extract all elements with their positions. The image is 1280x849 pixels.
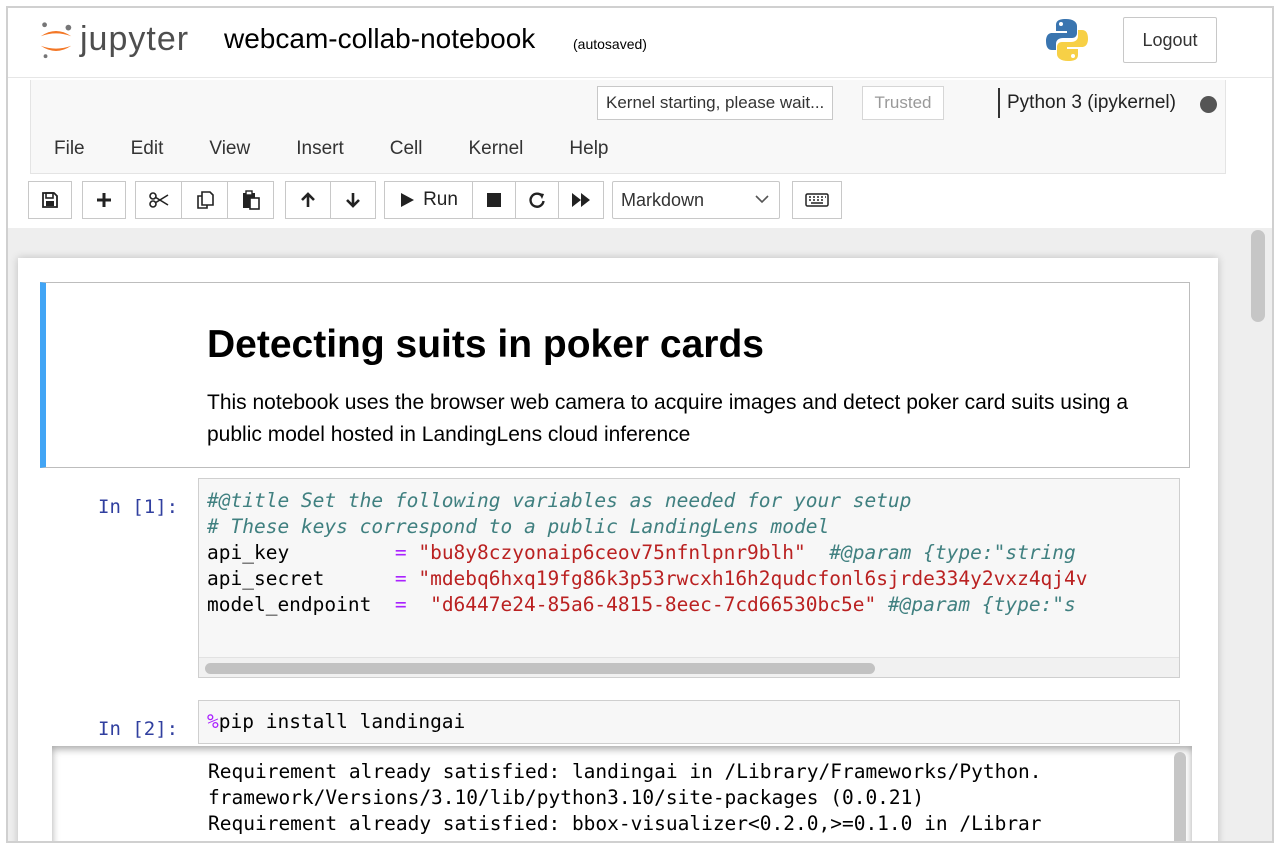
save-icon — [42, 192, 58, 208]
restart-icon — [529, 192, 545, 208]
output-line: Requirement already satisfied: landingai… — [208, 760, 1042, 783]
header: jupyter webcam-collab-notebook (autosave… — [8, 8, 1272, 78]
keyboard-icon — [805, 193, 829, 207]
code-line-api-key: api_key = "bu8y8czyonaip6ceov75nfnlpnr9b… — [207, 541, 1076, 564]
copy-button[interactable] — [181, 181, 228, 219]
chevron-down-icon — [755, 195, 769, 204]
kernel-busy-indicator-icon — [1200, 96, 1217, 113]
horizontal-scrollbar-thumb[interactable] — [205, 663, 875, 674]
code-cell-2[interactable]: %pip install landingai — [198, 700, 1180, 744]
cut-icon — [148, 192, 168, 208]
code-comment-1: #@title Set the following variables as n… — [207, 489, 912, 512]
restart-run-all-button[interactable] — [558, 181, 604, 219]
cell-type-value: Markdown — [621, 189, 705, 210]
paste-button[interactable] — [227, 181, 274, 219]
notebook-window: jupyter webcam-collab-notebook (autosave… — [6, 6, 1274, 843]
kernel-status-message: Kernel starting, please wait... — [597, 86, 834, 120]
code-operator: = — [394, 593, 407, 616]
arrow-down-icon — [346, 193, 360, 208]
output-area: Requirement already satisfied: landingai… — [52, 746, 1192, 841]
menubar-container: Kernel starting, please wait... Trusted … — [30, 80, 1226, 174]
page-scrollbar[interactable] — [1251, 230, 1265, 322]
menu-edit[interactable]: Edit — [108, 138, 187, 160]
interrupt-button[interactable] — [472, 181, 516, 219]
paste-icon — [242, 190, 260, 210]
code-line-api-secret: api_secret = "mdebq6hxq19fg86k3p53rwcxh1… — [207, 567, 1088, 590]
notebook-site: Detecting suits in poker cards This note… — [8, 228, 1272, 841]
command-palette-button[interactable] — [792, 181, 842, 219]
code-operator: = — [394, 567, 407, 590]
plus-icon — [97, 193, 111, 207]
output-scrollbar[interactable] — [1174, 752, 1186, 841]
menu-kernel[interactable]: Kernel — [445, 138, 546, 160]
code-comment: #@param {type:"s — [876, 593, 1076, 616]
menu-help[interactable]: Help — [546, 138, 631, 160]
code-magic: % — [207, 710, 219, 733]
save-status: (autosaved) — [573, 36, 647, 52]
save-button[interactable] — [28, 181, 72, 219]
output-line: Requirement already satisfied: bbox-visu… — [208, 812, 1042, 835]
arrow-up-icon — [301, 192, 315, 207]
code-comment: #@param {type:"string — [805, 541, 1076, 564]
insert-cell-button[interactable] — [82, 181, 126, 219]
markdown-paragraph: This notebook uses the browser web camer… — [207, 391, 1128, 446]
markdown-cell[interactable]: Detecting suits in poker cards This note… — [40, 282, 1190, 468]
code-comment-2: # These keys correspond to a public Land… — [207, 515, 830, 538]
copy-icon — [196, 191, 214, 209]
markdown-heading: Detecting suits in poker cards — [207, 323, 764, 366]
menu-file[interactable]: File — [31, 138, 108, 160]
fast-forward-icon — [572, 193, 590, 207]
logout-button[interactable]: Logout — [1123, 17, 1217, 63]
code-line-model-endpoint: model_endpoint = "d6447e24-85a6-4815-8ee… — [207, 593, 1076, 616]
menu-cell[interactable]: Cell — [367, 138, 446, 160]
code-var: api_key — [207, 541, 395, 564]
move-down-button[interactable] — [330, 181, 376, 219]
menu-insert[interactable]: Insert — [273, 138, 367, 160]
code-string: "mdebq6hxq19fg86k3p53rwcxh16h2qudcfonl6s… — [406, 567, 1088, 590]
code-var: api_secret — [207, 567, 395, 590]
run-button[interactable]: Run — [384, 181, 473, 219]
output-line: framework/Versions/3.10/lib/python3.10/s… — [208, 786, 925, 809]
run-button-label: Run — [423, 189, 458, 210]
jupyter-logo-text[interactable]: jupyter — [80, 20, 189, 59]
horizontal-scrollbar[interactable] — [199, 657, 1179, 677]
toolbar: Run Markdown — [28, 181, 1228, 219]
menu-bar: File Edit View Insert Cell Kernel Help — [31, 138, 631, 160]
jupyter-logo-icon[interactable] — [36, 20, 76, 60]
move-up-button[interactable] — [285, 181, 331, 219]
code-string: "bu8y8czyonaip6ceov75nfnlpnr9blh" — [406, 541, 806, 564]
notebook-title[interactable]: webcam-collab-notebook — [224, 23, 535, 55]
menu-view[interactable]: View — [186, 138, 273, 160]
input-prompt-1: In [1]: — [98, 496, 179, 518]
cell-type-select[interactable]: Markdown — [612, 181, 780, 219]
restart-button[interactable] — [515, 181, 559, 219]
stop-icon — [487, 193, 501, 207]
trusted-indicator[interactable]: Trusted — [862, 86, 944, 120]
play-icon — [401, 193, 415, 207]
notebook-page: Detecting suits in poker cards This note… — [18, 258, 1218, 841]
code-operator: = — [394, 541, 407, 564]
code-line-pip: %pip install landingai — [207, 710, 465, 733]
code-string: "d6447e24-85a6-4815-8eec-7cd66530bc5e" — [406, 593, 877, 616]
input-prompt-2: In [2]: — [98, 718, 179, 740]
code-var: model_endpoint — [207, 593, 395, 616]
code-cell-1[interactable]: #@title Set the following variables as n… — [198, 478, 1180, 678]
kernel-separator — [998, 88, 1000, 118]
python-logo-icon — [1046, 19, 1088, 61]
code-command: pip install landingai — [218, 710, 466, 733]
cut-button[interactable] — [135, 181, 182, 219]
kernel-name[interactable]: Python 3 (ipykernel) — [1007, 92, 1176, 114]
